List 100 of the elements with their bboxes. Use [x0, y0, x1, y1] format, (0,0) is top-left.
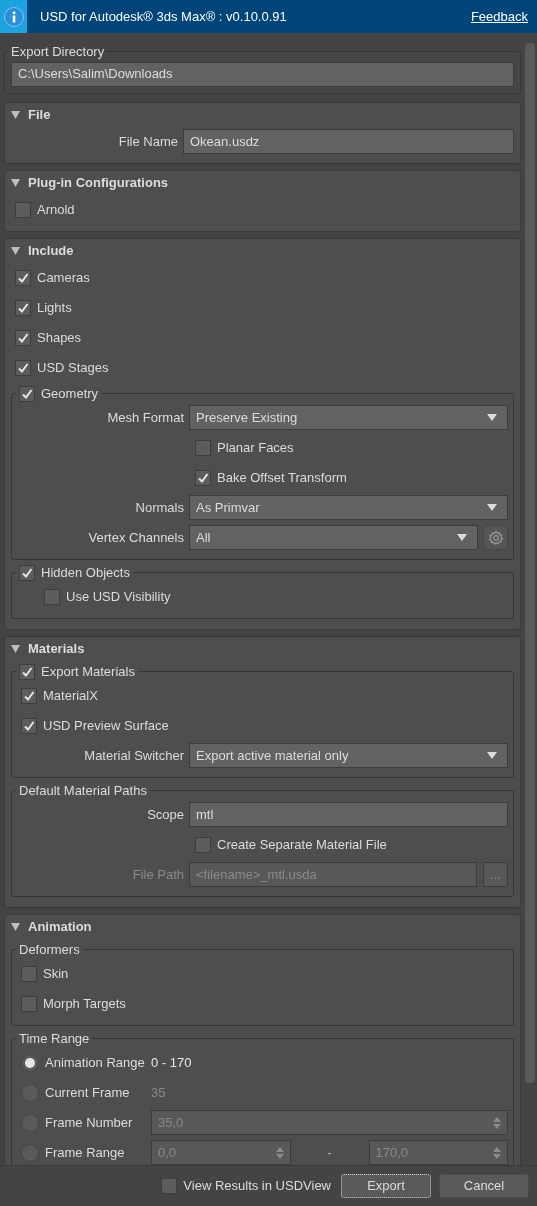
check-icon: [17, 361, 29, 374]
caret-icon: [487, 504, 497, 511]
group-label: Hidden Objects: [41, 563, 130, 582]
check-icon: [23, 689, 35, 702]
checkbox[interactable]: [15, 269, 31, 286]
settings-button[interactable]: [483, 525, 508, 550]
collapse-triangle-icon: [11, 246, 20, 255]
checkbox[interactable]: [195, 469, 211, 486]
group-label: Time Range: [19, 1029, 90, 1048]
spinner-arrows-icon: [275, 1146, 284, 1159]
group-label: Export Materials: [41, 662, 135, 681]
section-title: Plug-in Configurations: [28, 173, 169, 192]
group-label: Export Directory: [11, 44, 105, 59]
checkbox-label: MaterialX: [43, 686, 98, 705]
checkbox[interactable]: [161, 1178, 178, 1194]
checkbox[interactable]: [21, 995, 37, 1012]
dropdown-value: Export active material only: [196, 746, 349, 765]
caret-icon: [487, 752, 497, 759]
group-label: Deformers: [19, 940, 80, 959]
check-icon: [21, 566, 33, 579]
field-label: Material Switcher: [83, 746, 185, 765]
field-label: File Name: [117, 132, 179, 151]
section-header[interactable]: Materials: [11, 636, 514, 661]
checkbox[interactable]: [19, 564, 35, 581]
section-title: File: [28, 105, 51, 124]
checkbox[interactable]: [21, 965, 37, 982]
dropdown[interactable]: Export active material only: [189, 743, 508, 768]
checkbox[interactable]: [195, 836, 211, 853]
radio-label: Frame Range: [45, 1143, 126, 1162]
radio-button[interactable]: [21, 1053, 39, 1072]
checkbox[interactable]: [21, 717, 37, 734]
checkbox[interactable]: [19, 385, 35, 402]
checkbox-label: Use USD Visibility: [66, 587, 171, 606]
section-header[interactable]: Animation: [11, 914, 514, 939]
caret-icon: [457, 534, 467, 541]
section-title: Animation: [28, 917, 92, 936]
dialog-button[interactable]: Cancel: [439, 1174, 529, 1198]
checkbox[interactable]: [44, 588, 60, 605]
check-icon: [21, 665, 33, 678]
section-title: Include: [28, 241, 74, 260]
field-label: Vertex Channels: [87, 528, 185, 547]
field-label: File Path: [131, 865, 185, 884]
collapse-triangle-icon: [11, 178, 20, 187]
section-header[interactable]: Include: [11, 238, 514, 263]
checkbox[interactable]: [19, 663, 35, 680]
dropdown[interactable]: Preserve Existing: [189, 405, 508, 430]
settings-icon: [487, 529, 504, 546]
field-label: Normals: [134, 498, 185, 517]
radio-label: Animation Range: [45, 1053, 146, 1072]
field-label: Scope: [146, 805, 185, 824]
spinner-arrows-icon: [493, 1146, 501, 1159]
check-icon: [197, 471, 209, 484]
check-icon: [21, 387, 33, 400]
checkbox[interactable]: [15, 359, 31, 376]
feedback-link[interactable]: Feedback: [470, 6, 528, 27]
checkbox-label: Planar Faces: [217, 438, 294, 457]
dropdown[interactable]: As Primvar: [189, 495, 508, 520]
dropdown[interactable]: All: [189, 525, 478, 550]
text-field[interactable]: Okean.usdz: [183, 129, 514, 154]
checkbox-label: Arnold: [37, 200, 75, 219]
checkbox-label: View Results in USDView: [183, 1177, 331, 1196]
caret-icon: [487, 414, 497, 421]
checkbox[interactable]: [15, 329, 31, 346]
radio-label: Frame Number: [45, 1113, 134, 1132]
dialog-button[interactable]: Export: [341, 1174, 431, 1198]
value-text: 35: [151, 1083, 166, 1102]
collapse-triangle-icon: [11, 644, 20, 653]
checkbox-label: USD Preview Surface: [43, 716, 169, 735]
window-title: USD for Autodesk® 3ds Max® : v0.10.0.91: [40, 7, 288, 26]
section-title: Materials: [28, 639, 85, 658]
checkbox[interactable]: [15, 201, 31, 218]
collapse-triangle-icon: [11, 922, 20, 931]
checkbox-label: Shapes: [37, 328, 82, 347]
checkbox-label: Lights: [37, 298, 72, 317]
checkbox[interactable]: [195, 439, 211, 456]
checkbox-label: Bake Offset Transform: [217, 468, 347, 487]
check-icon: [23, 719, 35, 732]
checkbox-label: Create Separate Material File: [217, 835, 387, 854]
section-header[interactable]: Plug-in Configurations: [11, 170, 514, 195]
checkbox-label: Skin: [43, 964, 69, 983]
info-circle-icon: [3, 6, 24, 27]
directory-field[interactable]: C:\Users\Salim\Downloads: [11, 61, 514, 87]
group-label: Geometry: [41, 384, 99, 403]
check-icon: [17, 301, 29, 314]
group-label: Default Material Paths: [19, 781, 147, 800]
section-header[interactable]: File: [11, 102, 514, 127]
radio-label: Current Frame: [45, 1083, 131, 1102]
spinner-arrows-icon: [493, 1116, 501, 1129]
check-icon: [17, 271, 29, 284]
checkbox[interactable]: [15, 299, 31, 316]
checkbox-label: Morph Targets: [43, 994, 126, 1013]
check-icon: [17, 331, 29, 344]
range-separator: -: [326, 1143, 333, 1162]
checkbox[interactable]: [21, 687, 37, 704]
dropdown-value: Preserve Existing: [196, 408, 298, 427]
field-label: Mesh Format: [106, 408, 185, 427]
dropdown-value: All: [196, 528, 211, 547]
text-field[interactable]: mtl: [189, 802, 508, 827]
collapse-triangle-icon: [11, 110, 20, 119]
value-text: 0 - 170: [151, 1053, 192, 1072]
